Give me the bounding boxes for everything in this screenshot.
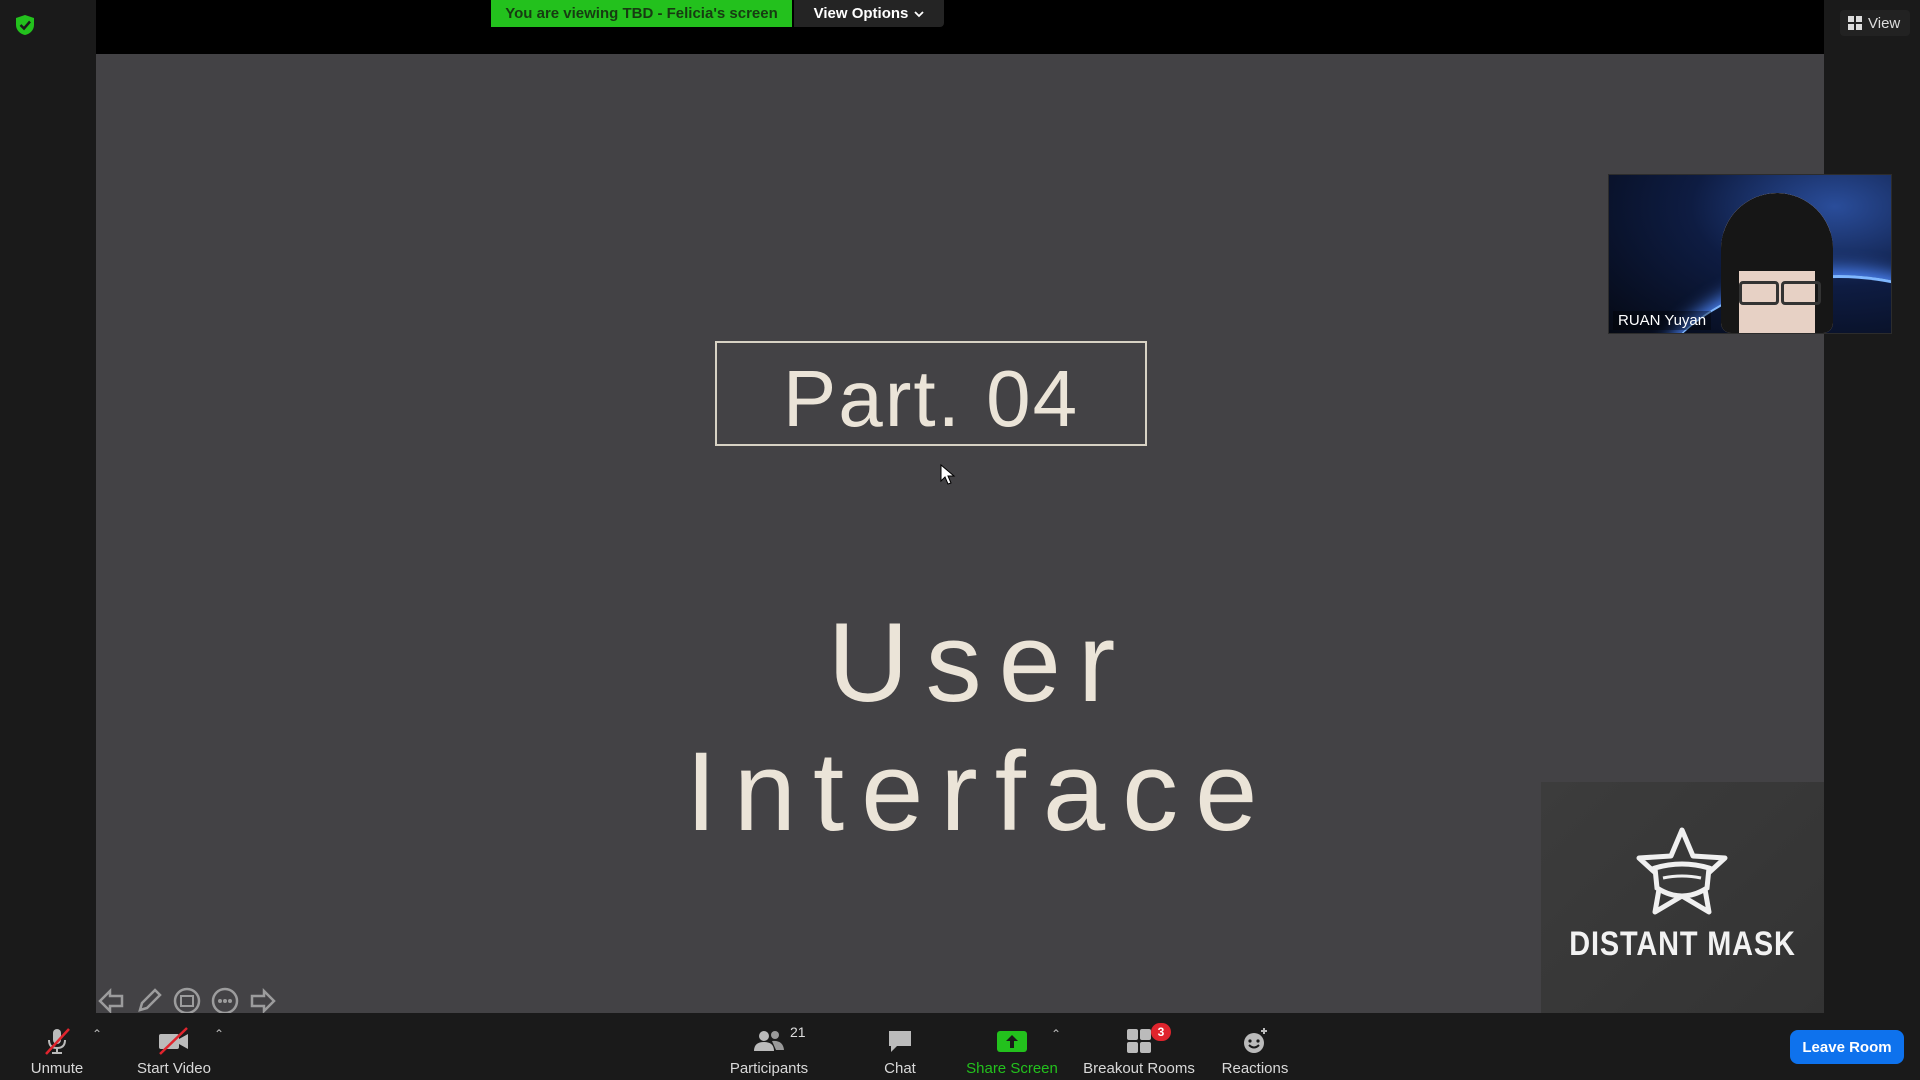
view-label: View (1868, 14, 1901, 32)
share-screen-label: Share Screen (966, 1060, 1058, 1077)
caret-up-icon[interactable]: ⌃ (214, 1027, 224, 1041)
logo-text: DISTANT MASK (1569, 925, 1796, 963)
chat-button[interactable]: Chat (876, 1019, 924, 1077)
left-rail (0, 0, 96, 1013)
video-off-icon (159, 1027, 188, 1055)
muted-mic-icon (45, 1028, 70, 1055)
unmute-button[interactable]: Unmute (22, 1019, 92, 1077)
viewing-screen-banner: You are viewing TBD - Felicia's screen (491, 0, 792, 27)
reactions-icon (1244, 1028, 1267, 1053)
part-label: Part. 04 (782, 353, 1080, 443)
logo-panel: DISTANT MASK (1541, 782, 1824, 1013)
more-icon[interactable] (210, 986, 240, 1016)
chat-icon (889, 1031, 911, 1052)
right-rail (1824, 0, 1920, 1013)
participant-video-thumbnail[interactable]: RUAN Yuyan (1608, 174, 1892, 334)
breakout-rooms-icon (1127, 1029, 1151, 1053)
top-bar (96, 0, 1824, 54)
participant-name: RUAN Yuyan (1613, 311, 1712, 330)
start-video-label: Start Video (137, 1060, 211, 1077)
caret-up-icon[interactable]: ⌃ (1051, 1027, 1061, 1041)
breakout-rooms-label: Breakout Rooms (1083, 1060, 1195, 1077)
share-screen-icon (997, 1031, 1027, 1052)
mouse-cursor-icon (940, 464, 956, 485)
chevron-down-icon (914, 10, 925, 17)
leave-room-button[interactable]: Leave Room (1790, 1030, 1904, 1064)
view-button[interactable]: View (1840, 10, 1911, 36)
annotation-toolbar (96, 986, 278, 1016)
shield-icon[interactable] (14, 14, 36, 36)
stamp-icon[interactable] (172, 986, 202, 1016)
start-video-button[interactable]: Start Video (132, 1019, 216, 1077)
part-label-box: Part. 04 (715, 341, 1147, 446)
participants-icon (754, 1031, 784, 1051)
participant-avatar (1721, 193, 1833, 333)
participants-label: Participants (729, 1060, 809, 1077)
caret-up-icon[interactable]: ⌃ (92, 1027, 102, 1041)
meeting-toolbar: Unmute ⌃ Start Video ⌃ Participants 21 C… (0, 1013, 1920, 1080)
reactions-label: Reactions (1221, 1060, 1289, 1077)
arrow-left-icon[interactable] (96, 986, 126, 1016)
breakout-rooms-badge: 3 (1151, 1023, 1171, 1041)
breakout-rooms-button[interactable]: Breakout Rooms (1080, 1019, 1198, 1077)
unmute-label: Unmute (30, 1060, 84, 1077)
view-options-button[interactable]: View Options (794, 0, 944, 27)
share-screen-button[interactable]: Share Screen (962, 1019, 1062, 1077)
pencil-icon[interactable] (134, 986, 164, 1016)
slide-title: User Interface (685, 600, 1275, 854)
arrow-right-icon[interactable] (248, 986, 278, 1016)
star-mask-logo-icon (1636, 827, 1728, 915)
view-grid-icon (1848, 16, 1862, 30)
chat-label: Chat (884, 1060, 916, 1077)
reactions-button[interactable]: Reactions (1218, 1019, 1292, 1077)
view-options-label: View Options (813, 5, 909, 22)
participants-count: 21 (790, 1024, 806, 1040)
